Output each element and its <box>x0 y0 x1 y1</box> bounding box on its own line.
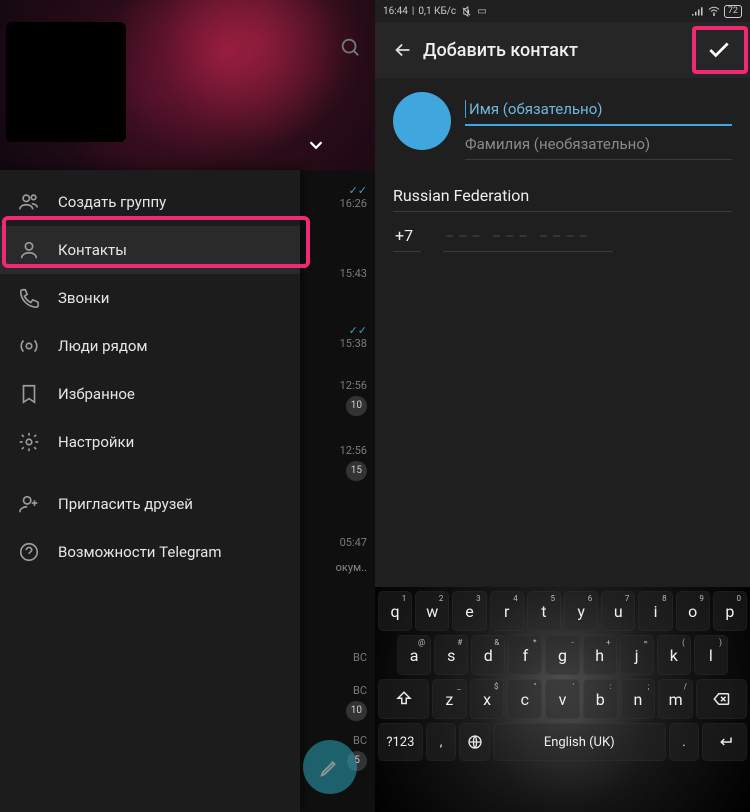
drawer-item-label: Контакты <box>58 241 127 259</box>
new-group-icon <box>18 191 40 213</box>
drawer-item-new-group[interactable]: Создать группу <box>0 178 300 226</box>
settings-icon <box>18 431 40 453</box>
key-j[interactable]: =j <box>620 635 654 675</box>
calls-icon <box>18 287 40 309</box>
key-v[interactable]: 'v <box>545 679 580 719</box>
drawer-item-contacts[interactable]: Контакты <box>0 226 300 274</box>
app-icon: ▭ <box>476 5 488 17</box>
first-name-field[interactable]: Имя (обязательно) <box>465 92 732 126</box>
wifi-icon <box>708 5 720 17</box>
status-time: 16:44 <box>383 6 408 17</box>
key-shift[interactable] <box>378 679 429 719</box>
key-i[interactable]: 8i <box>638 591 672 631</box>
key-a[interactable]: @a <box>397 635 431 675</box>
chevron-down-icon[interactable] <box>305 134 327 156</box>
back-button[interactable] <box>383 39 423 61</box>
drawer-item-nearby[interactable]: Люди рядом <box>0 322 300 370</box>
chat-list-meta: ✓✓ 16:26 <box>340 172 367 222</box>
nearby-icon <box>18 335 40 357</box>
key-p[interactable]: 0p <box>713 591 747 631</box>
status-net: 0,1 КБ/с <box>418 6 456 17</box>
last-name-field[interactable]: Фамилия (необязательно) <box>465 126 732 160</box>
key-m[interactable]: /m <box>658 679 693 719</box>
drawer-item-label: Люди рядом <box>58 337 148 355</box>
country-code-field[interactable]: +7 <box>393 226 421 252</box>
contact-avatar-placeholder[interactable] <box>393 92 451 150</box>
key-g[interactable]: -g <box>545 635 579 675</box>
key-c[interactable]: "c <box>507 679 542 719</box>
contacts-icon <box>18 239 40 261</box>
key-enter[interactable] <box>702 723 747 761</box>
invite-icon <box>18 493 40 515</box>
key-language-left[interactable] <box>459 723 490 761</box>
drawer-item-invite[interactable]: Пригласить друзей <box>0 480 300 528</box>
chat-list-meta: 12:5610 <box>340 372 367 422</box>
chat-list-meta: окум.. <box>336 542 367 592</box>
drawer-item-label: Создать группу <box>58 193 166 211</box>
key-h[interactable]: +h <box>583 635 617 675</box>
chat-list-meta: ВС <box>353 632 367 682</box>
key-s[interactable]: #s <box>434 635 468 675</box>
battery-level: 72 <box>724 5 742 18</box>
key-u[interactable]: 7u <box>601 591 635 631</box>
chat-list-meta: ВС10 <box>346 677 367 727</box>
drawer-item-features[interactable]: Возможности Telegram <box>0 528 300 576</box>
phone-number-field[interactable]: ––– ––– –––– <box>443 229 613 252</box>
drawer-item-label: Настройки <box>58 433 134 451</box>
key-o[interactable]: 9o <box>676 591 710 631</box>
mute-icon <box>460 5 472 17</box>
key-e[interactable]: 3e <box>452 591 486 631</box>
key-dot[interactable]: . <box>669 723 700 761</box>
saved-icon <box>18 383 40 405</box>
key-comma[interactable]: , <box>426 723 457 761</box>
key-q[interactable]: 1q <box>378 591 412 631</box>
key-backspace[interactable] <box>696 679 747 719</box>
drawer-item-settings[interactable]: Настройки <box>0 418 300 466</box>
first-name-placeholder: Имя (обязательно) <box>469 100 602 118</box>
screen-title: Добавить контакт <box>423 40 696 61</box>
drawer-item-label: Пригласить друзей <box>58 495 193 513</box>
profile-avatar <box>6 22 126 142</box>
key-d[interactable]: &d <box>471 635 505 675</box>
key-y[interactable]: 6y <box>564 591 598 631</box>
key-l[interactable]: )l <box>694 635 728 675</box>
compose-fab[interactable] <box>303 740 357 794</box>
country-selector[interactable]: Russian Federation <box>393 186 732 212</box>
confirm-button[interactable] <box>696 28 742 72</box>
key-b[interactable]: :b <box>583 679 618 719</box>
key-z[interactable]: _z <box>432 679 467 719</box>
chat-list-meta: 15:43 <box>340 248 367 298</box>
drawer-item-saved[interactable]: Избранное <box>0 370 300 418</box>
features-icon <box>18 541 40 563</box>
key-w[interactable]: 2w <box>415 591 449 631</box>
drawer-item-label: Звонки <box>58 289 109 307</box>
key-space[interactable]: English (UK) <box>493 723 666 761</box>
key-f[interactable]: *f <box>508 635 542 675</box>
key-symbols[interactable]: ?123 <box>378 723 423 761</box>
chat-list-meta: ✓✓ 15:38 <box>340 312 367 362</box>
key-r[interactable]: 4r <box>490 591 524 631</box>
drawer-item-calls[interactable]: Звонки <box>0 274 300 322</box>
chat-list-meta: 12:5615 <box>340 437 367 487</box>
key-n[interactable]: ;n <box>621 679 656 719</box>
drawer-item-label: Возможности Telegram <box>58 543 222 561</box>
search-icon[interactable] <box>339 36 361 58</box>
last-name-placeholder: Фамилия (необязательно) <box>465 135 650 153</box>
signal-icon <box>692 5 704 17</box>
soft-keyboard: 1q2w3e4r5t6y7u8i9o0p @a#s&d*f-g+h=j(k)l _z… <box>375 587 750 812</box>
key-x[interactable]: $x <box>470 679 505 719</box>
key-t[interactable]: 5t <box>527 591 561 631</box>
key-k[interactable]: (k <box>657 635 691 675</box>
drawer-item-label: Избранное <box>58 385 135 403</box>
